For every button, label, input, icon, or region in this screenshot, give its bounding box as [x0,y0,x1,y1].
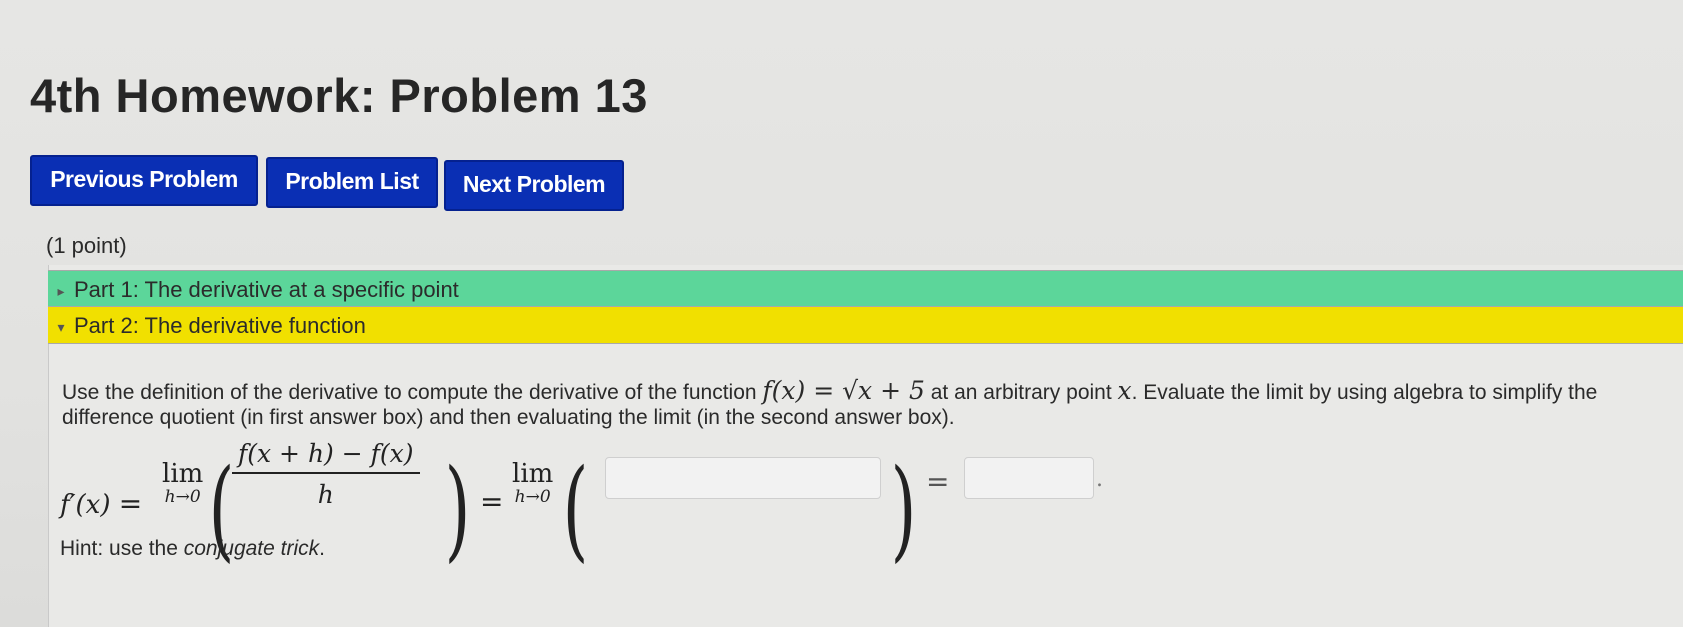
left-paren: ( [562,445,589,573]
part-2-header[interactable]: ▾ Part 2: The derivative function [48,306,1683,344]
equation-lhs: f′(x) = [60,487,142,520]
hint-emphasis: conjugate trick [183,537,320,560]
part-1-label: Part 1: The derivative at a specific poi… [74,277,459,303]
equals-sign: = [118,487,143,520]
hint: Hint: use the conjugate trick. [60,537,325,561]
right-paren: ) [890,445,917,573]
page: 4th Homework: Problem 13 Previous Proble… [0,0,1683,627]
equals-sign: = [480,485,504,518]
page-title: 4th Homework: Problem 13 [30,69,648,122]
caret-right-icon: ▸ [57,283,65,299]
problem-statement: Use the definition of the derivative to … [62,378,1632,430]
answer-box-1[interactable] [605,457,881,499]
limit-operator: lim h→0 [512,459,553,507]
lim-word: lim [162,459,204,489]
f-prime-x: f′(x) [60,490,111,520]
period: . [1096,467,1103,492]
difference-quotient: f(x + h) − f(x) h [232,439,420,509]
problem-list-button[interactable]: Problem List [266,157,438,208]
previous-problem-button[interactable]: Previous Problem [30,155,258,206]
answer-box-2[interactable] [964,457,1094,499]
part-2-label: Part 2: The derivative function [74,313,366,339]
hint-text: . [319,537,325,560]
hint-text: Hint: use the [60,537,184,560]
right-paren: ) [444,445,471,573]
caret-down-icon: ▾ [57,319,65,335]
function-expression: f(x) = √x + 5 [762,376,925,405]
statement-text: at an arbitrary point [924,381,1118,404]
lim-subscript: h→0 [164,487,201,507]
lim-subscript: h→0 [514,487,551,507]
statement-text: Use the definition of the derivative to … [62,381,763,404]
lim-word: lim [512,459,554,489]
numerator: f(x + h) − f(x) [232,439,420,474]
limit-operator: lim h→0 [162,459,203,507]
point-value: (1 point) [46,233,127,258]
part-1-header[interactable]: ▸ Part 1: The derivative at a specific po… [48,270,1683,308]
equals-sign: = [926,465,950,498]
denominator: h [317,480,334,509]
variable-x: x [1117,376,1132,405]
next-problem-button[interactable]: Next Problem [444,160,624,211]
